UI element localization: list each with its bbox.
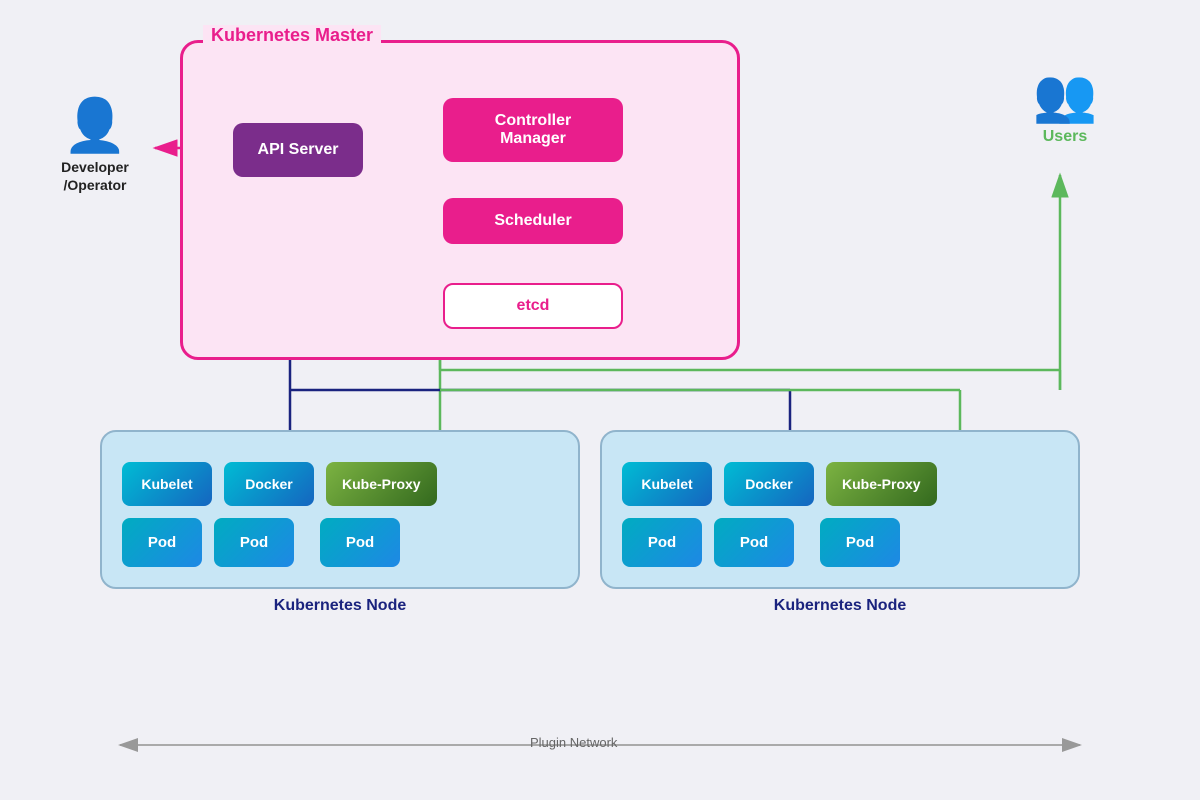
node-2-kube-proxy: Kube-Proxy: [826, 462, 937, 506]
node-2-pod-3: Pod: [820, 518, 900, 567]
node-2-label: Kubernetes Node: [774, 597, 906, 615]
node-2-box: Kubelet Docker Kube-Proxy Pod Pod: [600, 430, 1080, 589]
node-1-pod-row: Pod Pod Pod: [122, 518, 558, 567]
node-1-docker: Docker: [224, 462, 314, 506]
etcd-box: etcd: [443, 283, 623, 329]
scheduler-box: Scheduler: [443, 198, 623, 244]
users-label: Users: [1043, 128, 1087, 146]
node-1-kube-proxy: Kube-Proxy: [326, 462, 437, 506]
node-2-docker: Docker: [724, 462, 814, 506]
node-2-pod-1: Pod: [622, 518, 702, 567]
node-1-kubelet: Kubelet: [122, 462, 212, 506]
node-1-box: Kubelet Docker Kube-Proxy Pod Pod: [100, 430, 580, 589]
plugin-network-label: Plugin Network: [530, 735, 617, 750]
users-icon: 👥: [1033, 70, 1098, 122]
node-1-top-row: Kubelet Docker Kube-Proxy: [122, 462, 558, 506]
developer-icon: 👤: [63, 100, 128, 152]
node-1-pod-2: Pod: [214, 518, 294, 567]
controller-manager-box: ControllerManager: [443, 98, 623, 162]
master-label: Kubernetes Master: [203, 25, 381, 46]
node-2-kubelet: Kubelet: [622, 462, 712, 506]
master-box: Kubernetes Master API Server ControllerM…: [180, 40, 740, 360]
users-box: 👥 Users: [1010, 70, 1120, 146]
node-2-pod-2: Pod: [714, 518, 794, 567]
developer-label: Developer/Operator: [61, 158, 129, 194]
nodes-wrapper: Kubelet Docker Kube-Proxy Pod Pod: [100, 430, 1080, 589]
developer-box: 👤 Developer/Operator: [40, 100, 150, 194]
node-2-top-row: Kubelet Docker Kube-Proxy: [622, 462, 1058, 506]
node-1-label: Kubernetes Node: [274, 597, 406, 615]
diagram-container: 👤 Developer/Operator 👥 Users Kubernetes …: [0, 0, 1200, 800]
api-server-box: API Server: [233, 123, 363, 177]
node-2-pod-row: Pod Pod Pod: [622, 518, 1058, 567]
node-1-pod-1: Pod: [122, 518, 202, 567]
node-1-pod-3: Pod: [320, 518, 400, 567]
